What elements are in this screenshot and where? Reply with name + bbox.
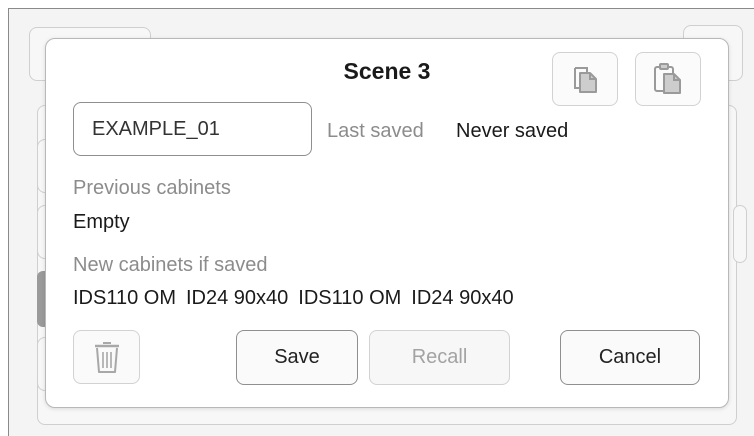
cabinet-item: IDS110 OM (73, 287, 176, 309)
scene-name-input[interactable] (73, 102, 312, 156)
previous-cabinets-label: Previous cabinets (73, 177, 231, 199)
dialog-title: Scene 3 (343, 58, 431, 84)
copy-button[interactable] (552, 52, 618, 106)
last-saved-value: Never saved (456, 120, 569, 142)
last-saved-label: Last saved (327, 120, 424, 142)
delete-button[interactable] (73, 330, 140, 384)
trash-icon (94, 342, 119, 373)
background-tile (733, 205, 747, 263)
cancel-button[interactable]: Cancel (560, 330, 700, 385)
recall-button[interactable]: Recall (369, 330, 510, 385)
cabinet-item: IDS110 OM (298, 287, 402, 309)
cabinet-item: ID24 90x40 (186, 287, 289, 309)
cabinet-item: ID24 90x40 (411, 287, 514, 309)
new-cabinets-list: IDS110 OM ID24 90x40 IDS110 OM ID24 90x4… (73, 287, 514, 310)
paste-button[interactable] (635, 52, 701, 106)
save-button[interactable]: Save (236, 330, 358, 385)
copy-icon (574, 67, 597, 93)
paste-icon (654, 63, 681, 94)
scene-dialog: Scene 3 Last saved Never saved Previous … (45, 38, 729, 408)
new-cabinets-label: New cabinets if saved (73, 254, 268, 276)
previous-cabinets-value: Empty (73, 211, 130, 233)
